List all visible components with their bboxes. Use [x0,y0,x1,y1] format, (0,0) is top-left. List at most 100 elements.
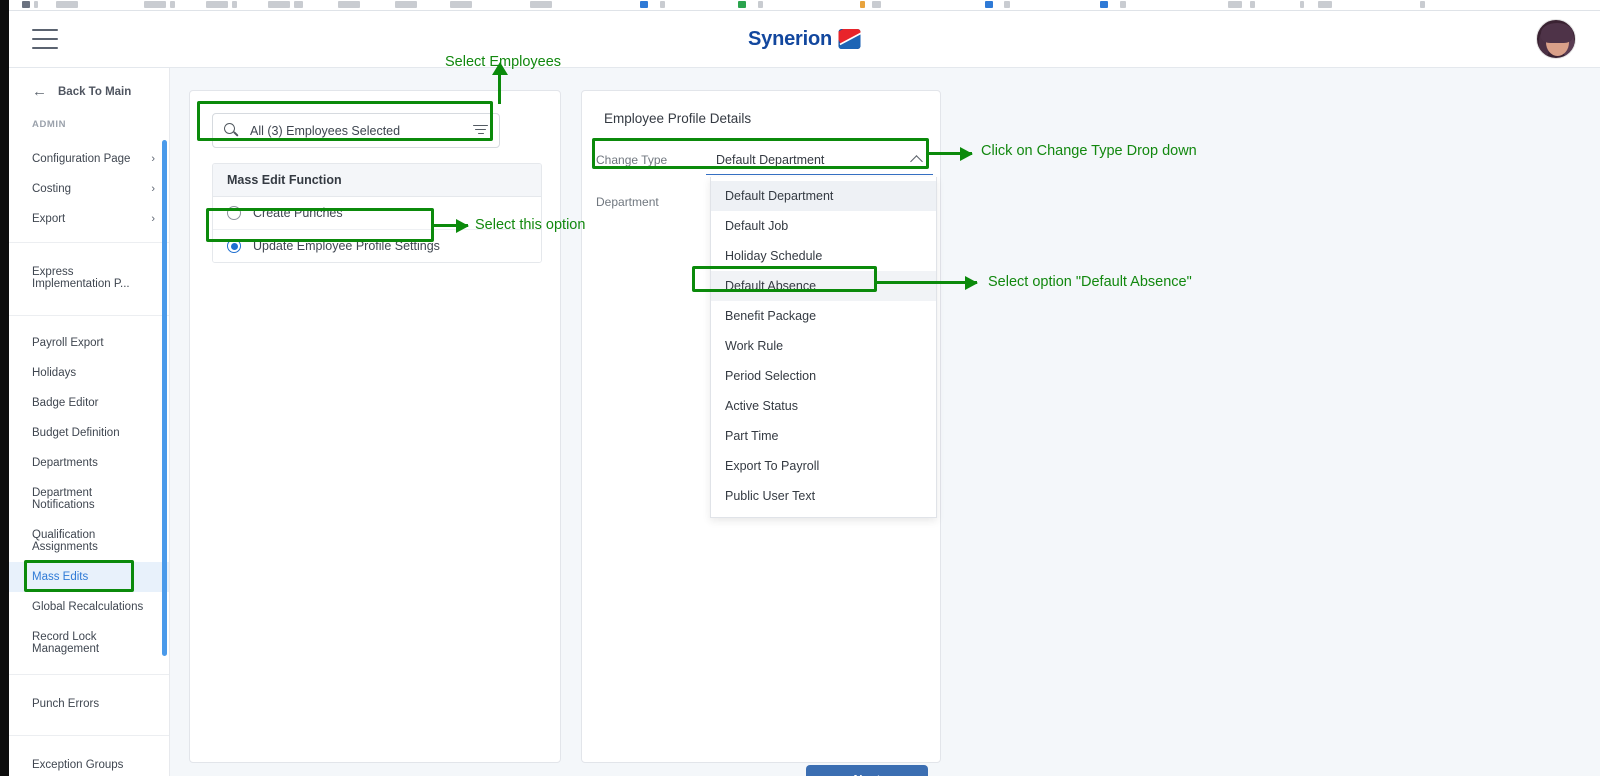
bookmark-label[interactable] [450,1,472,8]
brand-name: Synerion [748,27,832,50]
next-button[interactable]: Next [806,765,928,776]
sidebar-item-punch-errors[interactable]: Punch Errors [9,689,169,719]
sidebar-item-label: Punch Errors [32,698,100,710]
sidebar-item-label: Department Notifications [32,487,95,511]
bookmark-favicon[interactable] [1100,1,1108,8]
sidebar-item-label: Badge Editor [32,397,99,409]
browser-bookmark-bar [0,0,1600,11]
mass-edit-function-list: Mass Edit Function Create Punches Update… [212,163,542,263]
hamburger-menu-icon[interactable] [32,29,58,49]
radio-option-label: Update Employee Profile Settings [253,239,440,253]
sidebar-item-department-notifications[interactable]: Department Notifications [9,478,169,520]
sidebar-group: Exception Groups [9,736,169,776]
bookmark-favicon[interactable] [860,1,865,8]
dropdown-option-part-time[interactable]: Part Time [711,421,936,451]
bookmark-label[interactable] [1228,1,1242,8]
sidebar-item-departments[interactable]: Departments [9,448,169,478]
change-type-field-row: Change Type Default Department [596,145,933,175]
bookmark-label[interactable] [1004,1,1010,8]
bookmark-label[interactable] [56,1,78,8]
user-avatar[interactable] [1536,19,1576,59]
sidebar-item-costing[interactable]: Costing › [9,174,169,204]
bookmark-label[interactable] [294,1,303,8]
sidebar: ← Back To Main ADMIN Configuration Page … [9,68,170,776]
arrow-left-icon: ← [32,83,47,100]
dropdown-option-default-absence[interactable]: Default Absence [711,271,936,301]
bookmark-label[interactable] [1250,1,1255,8]
bookmark-label[interactable] [268,1,290,8]
sidebar-item-label: Record Lock Management [32,631,100,655]
dropdown-option-export-to-payroll[interactable]: Export To Payroll [711,451,936,481]
chevron-right-icon: › [151,183,155,195]
sidebar-item-payroll-export[interactable]: Payroll Export [9,328,169,358]
radio-option-update-employee-profile-settings[interactable]: Update Employee Profile Settings [213,230,541,262]
radio-option-create-punches[interactable]: Create Punches [213,197,541,230]
dropdown-option-holiday-schedule[interactable]: Holiday Schedule [711,241,936,271]
dropdown-option-work-rule[interactable]: Work Rule [711,331,936,361]
department-field-row: Department [596,195,659,209]
bookmark-favicon[interactable] [985,1,993,8]
bookmark-label[interactable] [872,1,881,8]
bookmark-label[interactable] [232,1,237,8]
sidebar-item-express-implementation[interactable]: Express Implementation P... [9,257,169,299]
bookmark-label[interactable] [338,1,360,8]
dropdown-option-default-job[interactable]: Default Job [711,211,936,241]
sidebar-item-label: Global Recalculations [32,601,144,613]
sidebar-group: Payroll Export Holidays Badge Editor Bud… [9,316,169,675]
sidebar-item-mass-edits[interactable]: Mass Edits [9,562,169,592]
radio-icon-selected [227,239,241,253]
panel-title: Employee Profile Details [604,111,752,126]
sidebar-item-export[interactable]: Export › [9,204,169,234]
sidebar-item-label: Qualification Assignments [32,529,98,553]
department-label: Department [596,195,659,209]
dropdown-option-active-status[interactable]: Active Status [711,391,936,421]
sidebar-item-holidays[interactable]: Holidays [9,358,169,388]
sidebar-item-budget-definition[interactable]: Budget Definition [9,418,169,448]
bookmark-label[interactable] [1420,1,1425,8]
bookmark-label[interactable] [758,1,763,8]
employee-profile-details-panel: Employee Profile Details Change Type Def… [581,90,941,776]
radio-icon [227,206,241,220]
bookmark-label[interactable] [1120,1,1126,8]
bookmark-label[interactable] [1318,1,1332,8]
dropdown-option-default-department[interactable]: Default Department [711,181,936,211]
bookmark-label[interactable] [660,1,665,8]
sidebar-item-badge-editor[interactable]: Badge Editor [9,388,169,418]
sidebar-back-to-main[interactable]: ← Back To Main [9,68,169,115]
bookmark-favicon[interactable] [22,1,30,8]
sidebar-scrollbar[interactable] [162,140,167,656]
bookmark-label[interactable] [530,1,552,8]
employee-search-input[interactable]: All (3) Employees Selected [212,113,500,148]
sidebar-item-configuration-page[interactable]: Configuration Page › [9,144,169,174]
dropdown-option-period-selection[interactable]: Period Selection [711,361,936,391]
filter-icon[interactable] [473,124,488,137]
change-type-select[interactable]: Default Department [706,145,933,175]
sidebar-item-global-recalculations[interactable]: Global Recalculations [9,592,169,622]
bookmark-favicon[interactable] [738,1,746,8]
sidebar-item-label: Budget Definition [32,427,120,439]
dropdown-option-public-user-text[interactable]: Public User Text [711,481,936,511]
sidebar-group: Punch Errors [9,675,169,736]
synerion-logo-icon [838,29,861,49]
sidebar-item-qualification-assignments[interactable]: Qualification Assignments [9,520,169,562]
bookmark-label[interactable] [206,1,228,8]
sidebar-item-label: Costing [32,183,71,195]
sidebar-section-admin: ADMIN [32,119,67,130]
bookmark-label[interactable] [170,1,175,8]
app-header: Synerion [9,11,1600,68]
sidebar-item-label: Export [32,213,66,225]
sidebar-item-label: Exception Groups [32,759,124,771]
bookmark-label[interactable] [1300,1,1304,8]
bookmark-label[interactable] [395,1,417,8]
change-type-dropdown: Default Department Default Job Holiday S… [710,177,937,518]
sidebar-item-label: Departments [32,457,98,469]
dropdown-option-benefit-package[interactable]: Benefit Package [711,301,936,331]
bookmark-label[interactable] [34,1,38,8]
sidebar-item-record-lock-management[interactable]: Record Lock Management [9,622,169,664]
bookmark-favicon[interactable] [640,1,648,8]
sidebar-item-label: Express Implementation P... [32,266,130,290]
sidebar-item-label: Mass Edits [32,571,89,583]
main-content: All (3) Employees Selected Mass Edit Fun… [170,68,1600,776]
bookmark-label[interactable] [144,1,166,8]
sidebar-item-exception-groups[interactable]: Exception Groups [9,750,169,776]
